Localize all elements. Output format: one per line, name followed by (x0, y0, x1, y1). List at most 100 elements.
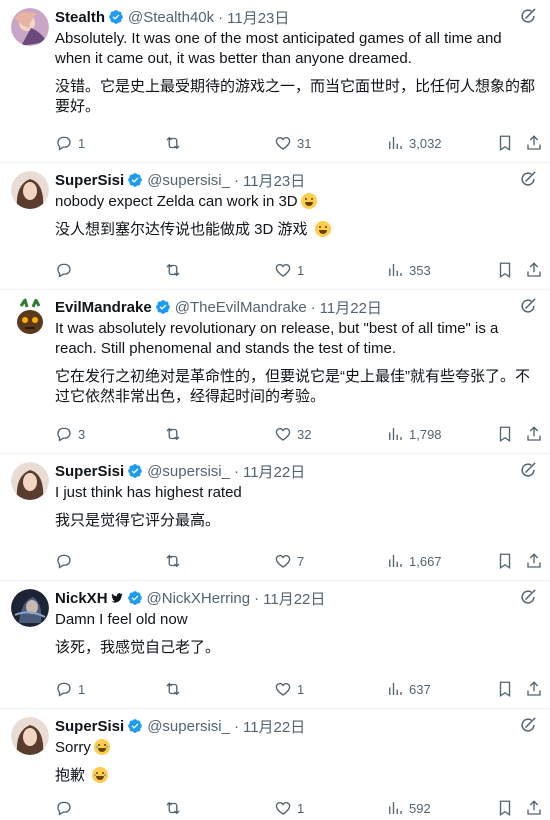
like-button[interactable]: 7 (274, 552, 304, 570)
avatar[interactable] (11, 8, 49, 46)
verified-badge-icon (128, 464, 143, 478)
share-button[interactable] (525, 799, 543, 817)
separator-dot: · (310, 298, 316, 316)
like-button[interactable]: 32 (274, 425, 311, 443)
user-handle[interactable]: @supersisi_ (147, 718, 230, 735)
display-name[interactable]: Stealth (55, 9, 105, 26)
grok-icon[interactable] (518, 6, 538, 26)
verified-badge-icon (128, 173, 143, 187)
tweet[interactable]: SuperSisi @supersisi_ · 11月22日 Sorry 抱歉 … (0, 709, 550, 820)
grok-icon[interactable] (518, 296, 538, 316)
user-handle[interactable]: @NickXHerring (147, 590, 251, 607)
grok-icon[interactable] (518, 715, 538, 735)
views-button[interactable]: 592 (386, 799, 431, 817)
views-button[interactable]: 637 (386, 680, 431, 698)
tweet-text-en-content: Sorry (55, 739, 91, 756)
display-name[interactable]: SuperSisi (55, 463, 124, 480)
timestamp[interactable]: 11月22日 (243, 716, 305, 737)
share-button[interactable] (525, 552, 543, 570)
like-count: 1 (297, 262, 305, 278)
user-handle[interactable]: @Stealth40k (128, 9, 214, 26)
views-icon (389, 428, 402, 440)
views-button[interactable]: 353 (386, 261, 431, 279)
timestamp[interactable]: 11月22日 (263, 588, 325, 609)
repost-button[interactable] (164, 425, 187, 443)
bookmark-button[interactable] (496, 134, 514, 152)
reply-icon (57, 427, 71, 442)
bookmark-icon (499, 681, 511, 698)
like-button[interactable]: 31 (274, 134, 311, 152)
avatar[interactable] (11, 462, 49, 500)
view-count: 1,667 (409, 553, 442, 569)
tweet-text-en: Sorry (55, 738, 538, 758)
tweet[interactable]: Stealth @Stealth40k · 11月23日 Absolutely.… (0, 0, 550, 163)
views-icon (389, 137, 402, 149)
tweet[interactable]: EvilMandrake @TheEvilMandrake · 11月22日 I… (0, 290, 550, 454)
avatar[interactable] (11, 717, 49, 755)
grok-icon[interactable] (518, 169, 538, 189)
user-handle[interactable]: @TheEvilMandrake (175, 299, 307, 316)
views-button[interactable]: 3,032 (386, 134, 442, 152)
verified-badge-icon (128, 719, 143, 733)
bookmark-button[interactable] (496, 425, 514, 443)
bookmark-button[interactable] (496, 552, 514, 570)
reply-feed: Stealth @Stealth40k · 11月23日 Absolutely.… (0, 0, 550, 820)
avatar[interactable] (11, 589, 49, 627)
reply-icon (57, 801, 71, 816)
repost-button[interactable] (164, 552, 187, 570)
bird-icon (110, 593, 123, 603)
share-button[interactable] (525, 680, 543, 698)
timestamp[interactable]: 11月23日 (243, 170, 305, 191)
separator-dot: · (233, 462, 239, 480)
like-button[interactable]: 1 (274, 680, 304, 698)
share-button[interactable] (525, 134, 543, 152)
reply-button[interactable]: 1 (55, 134, 85, 152)
reply-icon (57, 136, 71, 151)
bookmark-button[interactable] (496, 261, 514, 279)
reply-button[interactable] (55, 552, 78, 570)
tears-of-joy-emoji-icon (93, 739, 110, 755)
like-button[interactable]: 1 (274, 261, 304, 279)
bookmark-button[interactable] (496, 799, 514, 817)
heart-icon (275, 428, 291, 441)
user-handle[interactable]: @supersisi_ (147, 463, 230, 480)
tweet[interactable]: SuperSisi @supersisi_ · 11月22日 I just th… (0, 454, 550, 581)
tweet-text-zh: 没人想到塞尔达传说也能做成 3D 游戏 (55, 220, 538, 240)
repost-button[interactable] (164, 134, 187, 152)
display-name[interactable]: NickXH (55, 590, 108, 607)
reply-button[interactable]: 3 (55, 425, 85, 443)
timestamp[interactable]: 11月23日 (227, 7, 289, 28)
share-button[interactable] (525, 261, 543, 279)
timestamp[interactable]: 11月22日 (243, 461, 305, 482)
avatar[interactable] (11, 171, 49, 209)
view-count: 353 (409, 262, 431, 278)
reply-button[interactable] (55, 261, 78, 279)
share-button[interactable] (525, 425, 543, 443)
tweet-text-zh: 我只是觉得它评分最高。 (55, 512, 221, 529)
user-handle[interactable]: @supersisi_ (147, 172, 230, 189)
display-name[interactable]: SuperSisi (55, 172, 124, 189)
repost-button[interactable] (164, 799, 187, 817)
grok-icon[interactable] (518, 460, 538, 480)
reply-button[interactable] (55, 799, 78, 817)
action-bar: 1 31 3,032 (55, 134, 542, 154)
bookmark-button[interactable] (496, 680, 514, 698)
action-bar: 1 353 (55, 261, 542, 281)
grok-icon[interactable] (518, 587, 538, 607)
display-name[interactable]: SuperSisi (55, 718, 124, 735)
tweet[interactable]: SuperSisi @supersisi_ · 11月23日 nobody ex… (0, 163, 550, 290)
reply-button[interactable]: 1 (55, 680, 85, 698)
views-button[interactable]: 1,798 (386, 425, 442, 443)
reply-count: 3 (78, 426, 86, 442)
repost-button[interactable] (164, 680, 187, 698)
tweet[interactable]: NickXH @NickXHerring · 11月22日 Damn I fee… (0, 581, 550, 709)
display-name[interactable]: EvilMandrake (55, 299, 152, 316)
grinning-face-emoji-icon (300, 193, 317, 209)
repost-button[interactable] (164, 261, 187, 279)
avatar[interactable] (11, 298, 49, 336)
like-button[interactable]: 1 (274, 799, 304, 817)
views-button[interactable]: 1,667 (386, 552, 442, 570)
timestamp[interactable]: 11月22日 (320, 297, 382, 318)
reply-icon (57, 682, 71, 697)
like-count: 1 (297, 681, 305, 697)
